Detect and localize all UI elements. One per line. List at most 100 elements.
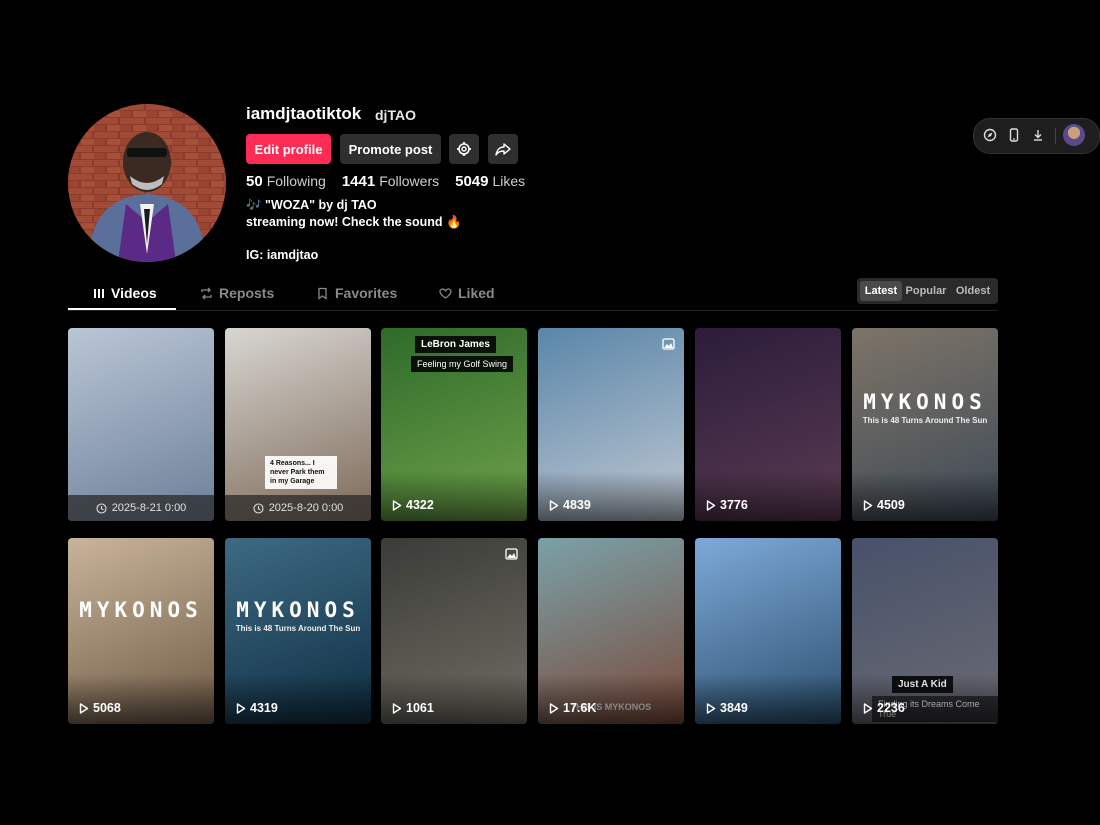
photo-icon (662, 337, 675, 355)
video-card[interactable]: 4 Reasons... I never Park them in my Gar… (225, 328, 371, 521)
play-icon (706, 702, 716, 714)
video-card[interactable]: 3849 (695, 538, 841, 724)
compass-icon[interactable] (982, 127, 998, 143)
video-shade (225, 674, 371, 724)
view-count: 3849 (706, 701, 748, 715)
video-shade (538, 674, 684, 724)
stat-followers[interactable]: 1441 Followers (342, 173, 439, 190)
video-shade (695, 471, 841, 521)
scheduled-date-label: 2025-8-21 0:00 (111, 502, 187, 514)
video-card[interactable]: 2025-8-21 0:00 (68, 328, 214, 521)
profile-username: iamdjtaotiktok (246, 104, 362, 123)
grid-icon (94, 289, 104, 298)
scheduled-date: 2025-8-20 0:00 (225, 495, 371, 521)
play-icon (392, 702, 402, 714)
tab-reposts[interactable]: Reposts (200, 278, 274, 308)
video-shade (538, 471, 684, 521)
view-count-label: 4839 (563, 498, 591, 512)
sort-oldest[interactable]: Oldest (950, 281, 996, 301)
video-overlay-title: MYKONOS (79, 597, 203, 622)
tab-videos[interactable]: Videos (93, 278, 157, 308)
view-count-label: 3849 (720, 701, 748, 715)
play-icon (392, 499, 402, 511)
video-card[interactable]: MYKONOS 5068 (68, 538, 214, 724)
promote-post-button[interactable]: Promote post (340, 134, 441, 164)
phone-icon[interactable] (1006, 127, 1022, 143)
share-profile-button[interactable] (488, 134, 518, 164)
play-icon (549, 702, 559, 714)
profile-avatar[interactable] (68, 104, 226, 262)
sort-toggle: Latest Popular Oldest (857, 278, 998, 304)
account-avatar[interactable] (1063, 124, 1085, 146)
repost-icon (201, 287, 212, 299)
video-card[interactable]: 4839 (538, 328, 684, 521)
settings-button[interactable] (449, 134, 479, 164)
bio-line (246, 230, 462, 247)
floating-toolbar (973, 118, 1100, 154)
video-overlay-subtitle: This is 48 Turns Around The Sun (235, 623, 361, 633)
play-icon (79, 702, 89, 714)
tab-liked[interactable]: Liked (439, 278, 495, 308)
video-shade (68, 674, 214, 724)
view-count: 4509 (863, 498, 905, 512)
share-icon (495, 143, 511, 156)
video-card[interactable]: LeBron James Feeling my Golf Swing 4322 (381, 328, 527, 521)
video-overlay-subtitle: This is 48 Turns Around The Sun (862, 415, 988, 425)
view-count: 4322 (392, 498, 434, 512)
view-count-label: 4319 (250, 701, 278, 715)
video-caption: 4 Reasons... I never Park them in my Gar… (265, 456, 337, 489)
view-count-label: 3776 (720, 498, 748, 512)
bio-line: streaming now! Check the sound 🔥 (246, 214, 462, 229)
scheduled-date-label: 2025-8-20 0:00 (268, 502, 344, 514)
view-count-label: 2236 (877, 701, 905, 715)
video-shade (695, 674, 841, 724)
video-card[interactable]: Just A KidFinding its Dreams Come True22… (852, 538, 998, 724)
bio-line: 🎶 "WOZA" by dj TAO (246, 198, 377, 212)
edit-profile-button[interactable]: Edit profile (246, 134, 331, 164)
view-count: 4839 (549, 498, 591, 512)
play-icon (863, 702, 873, 714)
video-shade (852, 471, 998, 521)
video-card[interactable]: 1061 (381, 538, 527, 724)
tab-favorites[interactable]: Favorites (316, 278, 397, 308)
video-shade (381, 471, 527, 521)
gear-icon (457, 142, 471, 156)
clock-icon (96, 502, 107, 514)
play-icon (863, 499, 873, 511)
view-count: 5068 (79, 701, 121, 715)
heart-icon (439, 287, 452, 299)
scheduled-date: 2025-8-21 0:00 (68, 495, 214, 521)
bookmark-icon (318, 287, 327, 300)
sort-popular[interactable]: Popular (904, 281, 948, 301)
video-shade (852, 674, 998, 724)
play-icon (236, 702, 246, 714)
sort-latest[interactable]: Latest (860, 281, 902, 301)
view-count-label: 4509 (877, 498, 905, 512)
view-count-label: 5068 (93, 701, 121, 715)
video-shade (381, 674, 527, 724)
video-overlay-title: MYKONOS (236, 597, 360, 622)
view-count: 2236 (863, 701, 905, 715)
view-count: 3776 (706, 498, 748, 512)
video-caption: LeBron James (415, 336, 496, 353)
active-tab-indicator (68, 308, 176, 310)
video-overlay-title: MYKONOS (863, 389, 987, 414)
avatar-image (68, 104, 226, 262)
view-count: 17.6K (549, 701, 596, 715)
video-card[interactable]: MYKONOS This is 48 Turns Around The Sun 45… (852, 328, 998, 521)
video-card[interactable]: 3776 (695, 328, 841, 521)
play-icon (706, 499, 716, 511)
view-count: 4319 (236, 701, 278, 715)
profile-nickname: djTAO (375, 107, 416, 123)
clock-icon (253, 502, 264, 514)
video-card[interactable]: THIS IS MYKONOS17.6K (538, 538, 684, 724)
view-count-label: 17.6K (563, 701, 597, 715)
video-card[interactable]: MYKONOS This is 48 Turns Around The Sun 43… (225, 538, 371, 724)
toolbar-divider (1055, 128, 1056, 144)
stat-following[interactable]: 50 Following (246, 173, 326, 190)
video-caption-subtitle: Feeling my Golf Swing (411, 356, 514, 372)
download-icon[interactable] (1030, 127, 1046, 143)
view-count-label: 4322 (406, 498, 434, 512)
photo-icon (505, 547, 518, 565)
profile-stats: 50 Following 1441 Followers 5049 Likes (246, 173, 525, 190)
